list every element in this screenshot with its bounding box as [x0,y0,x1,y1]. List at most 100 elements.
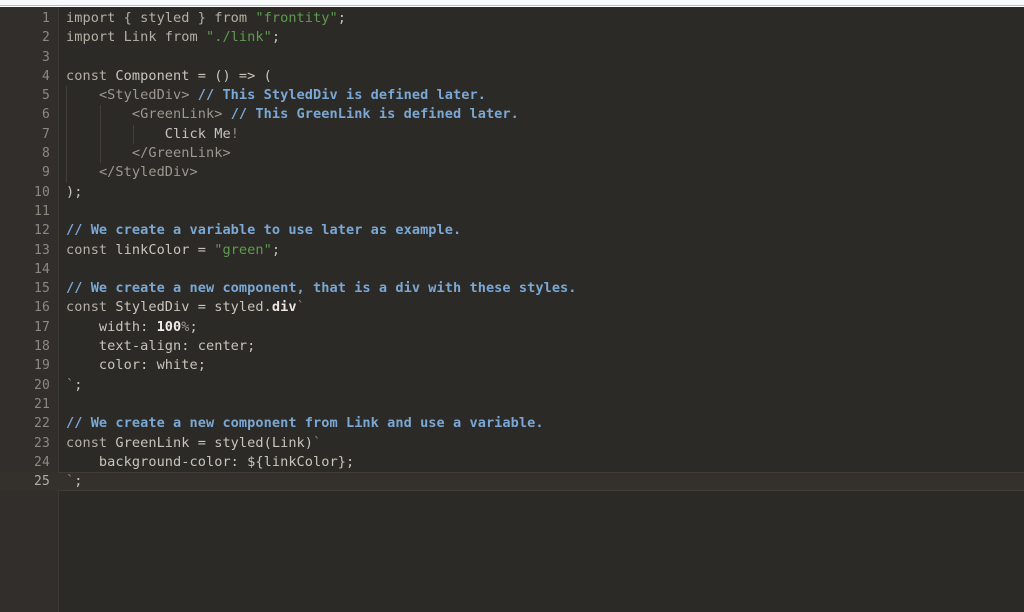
line-number: 17 [0,318,50,337]
code-token-str: "green" [214,242,272,258]
code-line[interactable]: 14 [0,260,1024,279]
code-text[interactable]: `; [66,472,82,491]
code-token-def: ; [190,319,198,335]
line-number: 20 [0,376,50,395]
line-number: 22 [0,414,50,433]
code-line[interactable]: 9 </StyledDiv> [0,163,1024,182]
code-text[interactable]: text-align: center; [66,337,255,356]
line-number: 16 [0,298,50,317]
code-token-prop: width: [66,319,157,335]
code-token-prop: color: white; [66,357,206,373]
code-text[interactable]: <StyledDiv> // This StyledDiv is defined… [66,86,486,105]
code-line[interactable]: 24 background-color: ${linkColor}; [0,453,1024,472]
code-token-prop: text-align: center; [66,338,255,354]
line-number: 5 [0,86,50,105]
code-token-def [66,106,132,122]
code-text[interactable]: import { styled } from "frontity"; [66,9,346,28]
code-line[interactable]: 5 <StyledDiv> // This StyledDiv is defin… [0,86,1024,105]
code-token-punct: ` [313,435,321,451]
code-text[interactable]: background-color: ${linkColor}; [66,453,354,472]
code-token-tag: <GreenLink> [132,106,223,122]
code-token-tag: </GreenLink> [132,145,231,161]
code-line[interactable]: 21 [0,395,1024,414]
code-line[interactable]: 2import Link from "./link"; [0,28,1024,47]
line-number: 11 [0,202,50,221]
code-text[interactable]: // We create a new component, that is a … [66,279,577,298]
code-token-punct: ! [231,126,239,142]
line-number: 15 [0,279,50,298]
code-token-def [222,106,230,122]
code-text[interactable]: import Link from "./link"; [66,28,280,47]
code-text[interactable]: // We create a variable to use later as … [66,221,461,240]
code-token-tag: <StyledDiv> [99,87,190,103]
code-line[interactable]: 12// We create a variable to use later a… [0,221,1024,240]
code-token-bold: div [272,299,297,315]
code-token-comment: // This GreenLink is defined later. [231,106,519,122]
code-text[interactable]: const GreenLink = styled(Link)` [66,434,321,453]
code-line[interactable]: 18 text-align: center; [0,337,1024,356]
code-text[interactable]: color: white; [66,356,206,375]
code-line[interactable]: 25`; [0,472,1024,491]
code-line[interactable]: 17 width: 100%; [0,318,1024,337]
code-text[interactable]: const StyledDiv = styled.div` [66,298,305,317]
code-text[interactable]: Click Me! [66,125,239,144]
code-token-punct: ` [66,377,74,393]
code-token-def [66,164,99,180]
code-line[interactable]: 8 </GreenLink> [0,144,1024,163]
line-number: 7 [0,125,50,144]
code-token-def: ; [338,10,346,26]
code-token-kw: import Link from [66,29,206,45]
code-token-def: ; [74,473,82,489]
code-text[interactable]: </GreenLink> [66,144,231,163]
code-token-kw: import { styled } from [66,10,255,26]
code-line[interactable]: 23const GreenLink = styled(Link)` [0,434,1024,453]
code-line[interactable]: 3 [0,48,1024,67]
code-token-prop: background-color: ${linkColor}; [66,454,354,470]
line-number: 18 [0,337,50,356]
line-number: 3 [0,48,50,67]
code-token-def [190,87,198,103]
code-token-comment: // This StyledDiv is defined later. [198,87,486,103]
code-token-def: ; [74,377,82,393]
code-line[interactable]: 1import { styled } from "frontity"; [0,9,1024,28]
code-line[interactable]: 19 color: white; [0,356,1024,375]
code-text[interactable]: <GreenLink> // This GreenLink is defined… [66,105,519,124]
code-token-str: "frontity" [255,10,337,26]
line-number: 19 [0,356,50,375]
code-token-def: Component = () => ( [107,68,272,84]
code-token-num: 100 [157,319,182,335]
code-token-kw: const [66,435,107,451]
code-line[interactable]: 20 `; [0,376,1024,395]
code-line[interactable]: 4const Component = () => ( [0,67,1024,86]
code-token-comment: // We create a variable to use later as … [66,222,461,238]
line-number: 9 [0,163,50,182]
code-line[interactable]: 15 // We create a new component, that is … [0,279,1024,298]
line-number: 8 [0,144,50,163]
code-text[interactable]: const linkColor = "green"; [66,241,280,260]
code-line[interactable]: 7 Click Me! [0,125,1024,144]
code-text[interactable]: `; [66,376,82,395]
code-token-kw: const [66,299,107,315]
code-token-def: linkColor = [107,242,214,258]
code-token-def: ; [272,242,280,258]
code-line[interactable]: 10); [0,183,1024,202]
code-line[interactable]: 16 const StyledDiv = styled.div` [0,298,1024,317]
code-text[interactable]: const Component = () => ( [66,67,272,86]
code-token-def [66,87,99,103]
code-editor-surface[interactable]: 1import { styled } from "frontity";2impo… [0,7,1024,612]
code-token-kw: const [66,68,107,84]
code-line[interactable]: 22 // We create a new component from Link… [0,414,1024,433]
code-line[interactable]: 13const linkColor = "green"; [0,241,1024,260]
code-text[interactable]: ); [66,183,82,202]
code-lines-container[interactable]: 1import { styled } from "frontity";2impo… [0,7,1024,491]
code-token-punct: ` [66,473,74,489]
code-text[interactable]: width: 100%; [66,318,198,337]
code-token-kw: const [66,242,107,258]
code-line[interactable]: 11 [0,202,1024,221]
code-line[interactable]: 6 <GreenLink> // This GreenLink is defin… [0,105,1024,124]
code-token-comment: // We create a new component from Link a… [66,415,544,431]
code-text[interactable]: // We create a new component from Link a… [66,414,544,433]
code-token-def [66,145,132,161]
code-token-comment: // We create a new component, that is a … [66,280,577,296]
code-text[interactable]: </StyledDiv> [66,163,198,182]
